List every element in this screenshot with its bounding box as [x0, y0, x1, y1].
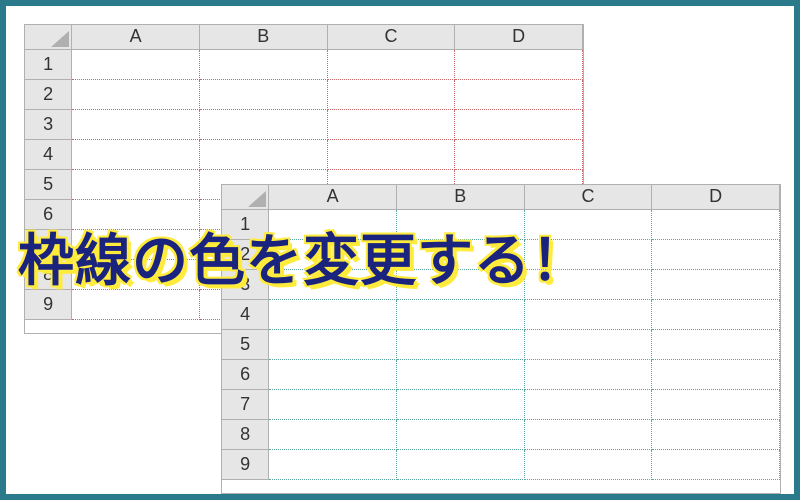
col-header-a[interactable]: A: [72, 25, 200, 49]
cell[interactable]: [199, 49, 327, 79]
cell[interactable]: [269, 359, 397, 389]
cell[interactable]: [455, 139, 583, 169]
cell[interactable]: [524, 359, 652, 389]
row-header[interactable]: 7: [222, 389, 269, 419]
cell[interactable]: [455, 109, 583, 139]
cell[interactable]: [72, 139, 200, 169]
cell[interactable]: [269, 299, 397, 329]
cell[interactable]: [199, 139, 327, 169]
row-header[interactable]: 2: [25, 79, 72, 109]
cell[interactable]: [455, 79, 583, 109]
cell[interactable]: [524, 389, 652, 419]
col-header-c[interactable]: C: [327, 25, 455, 49]
cell[interactable]: [269, 329, 397, 359]
headline-text: 枠線の色を変更する！: [18, 216, 794, 297]
row-header[interactable]: 4: [222, 299, 269, 329]
cell[interactable]: [652, 449, 780, 479]
cell[interactable]: [72, 49, 200, 79]
cell[interactable]: [396, 389, 524, 419]
cell[interactable]: [652, 299, 780, 329]
cell[interactable]: [269, 449, 397, 479]
row-header[interactable]: 8: [222, 419, 269, 449]
cell[interactable]: [327, 49, 455, 79]
row-header[interactable]: 5: [25, 169, 72, 199]
row-header[interactable]: 5: [222, 329, 269, 359]
cell[interactable]: [652, 419, 780, 449]
cell[interactable]: [327, 109, 455, 139]
row-header[interactable]: 4: [25, 139, 72, 169]
cell[interactable]: [269, 419, 397, 449]
col-header-a[interactable]: A: [269, 185, 397, 209]
cell[interactable]: [327, 79, 455, 109]
cell[interactable]: [652, 329, 780, 359]
select-all-corner[interactable]: [222, 185, 269, 209]
cell[interactable]: [327, 139, 455, 169]
row-header[interactable]: 6: [222, 359, 269, 389]
cell[interactable]: [396, 359, 524, 389]
cell[interactable]: [72, 169, 200, 199]
row-header[interactable]: 3: [25, 109, 72, 139]
row-header[interactable]: 9: [222, 449, 269, 479]
col-header-d[interactable]: D: [455, 25, 583, 49]
cell[interactable]: [524, 449, 652, 479]
cell[interactable]: [455, 49, 583, 79]
select-all-corner[interactable]: [25, 25, 72, 49]
cell[interactable]: [652, 359, 780, 389]
cell[interactable]: [524, 329, 652, 359]
cell[interactable]: [396, 299, 524, 329]
col-header-b[interactable]: B: [199, 25, 327, 49]
cell[interactable]: [72, 109, 200, 139]
cell[interactable]: [199, 79, 327, 109]
col-header-b[interactable]: B: [396, 185, 524, 209]
cell[interactable]: [524, 419, 652, 449]
cell[interactable]: [524, 299, 652, 329]
cell[interactable]: [396, 329, 524, 359]
col-header-c[interactable]: C: [524, 185, 652, 209]
cell[interactable]: [396, 449, 524, 479]
cell[interactable]: [199, 109, 327, 139]
col-header-d[interactable]: D: [652, 185, 780, 209]
cell[interactable]: [72, 79, 200, 109]
cell[interactable]: [652, 389, 780, 419]
cell[interactable]: [396, 419, 524, 449]
row-header[interactable]: 1: [25, 49, 72, 79]
cell[interactable]: [269, 389, 397, 419]
